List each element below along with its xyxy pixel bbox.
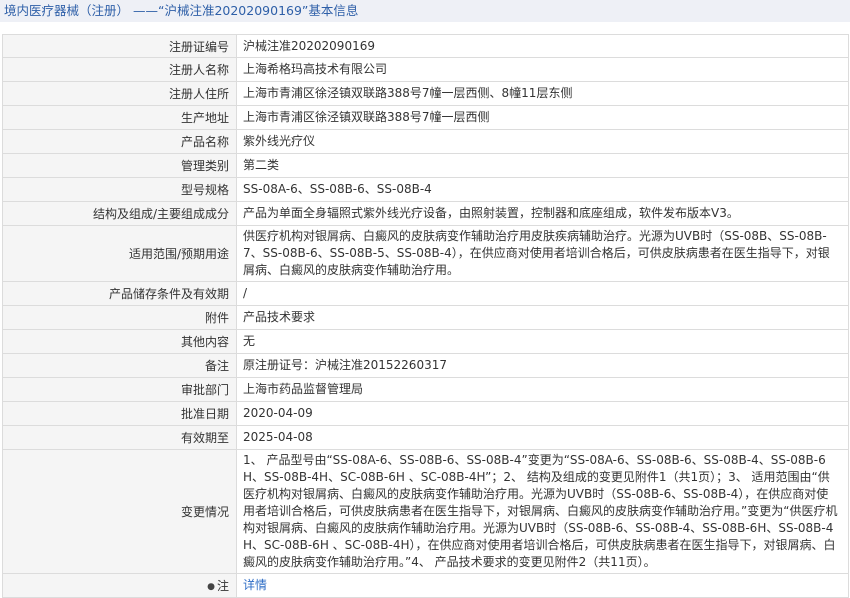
field-value: 1、 产品型号由“SS-08A-6、SS-08B-6、SS-08B-4”变更为“… (236, 449, 849, 574)
field-value: 上海希格玛高技术有限公司 (236, 57, 849, 82)
field-label: 产品名称 (2, 129, 237, 154)
field-label: 产品储存条件及有效期 (2, 281, 237, 306)
details-link[interactable]: 详情 (243, 578, 267, 592)
row-note: ● 注 详情 (2, 573, 849, 598)
field-value: 上海市青浦区徐泾镇双联路388号7幢一层西侧、8幢11层东侧 (236, 81, 849, 106)
field-value: 紫外线光疗仪 (236, 129, 849, 154)
field-value: 详情 (236, 573, 849, 598)
row-approval-department: 审批部门 上海市药品监督管理局 (2, 377, 849, 402)
field-value: 无 (236, 329, 849, 354)
row-registrant-address: 注册人住所 上海市青浦区徐泾镇双联路388号7幢一层西侧、8幢11层东侧 (2, 81, 849, 106)
registration-info-table: 注册证编号 沪械注准20202090169 注册人名称 上海希格玛高技术有限公司… (2, 34, 849, 598)
field-value: 第二类 (236, 153, 849, 178)
field-label: 备注 (2, 353, 237, 378)
field-label: ● 注 (2, 573, 237, 598)
field-label: 管理类别 (2, 153, 237, 178)
field-value: 沪械注准20202090169 (236, 34, 849, 58)
field-value: 原注册证号：沪械注准20152260317 (236, 353, 849, 378)
row-management-class: 管理类别 第二类 (2, 153, 849, 178)
field-label: 审批部门 (2, 377, 237, 402)
row-storage-validity: 产品储存条件及有效期 / (2, 281, 849, 306)
row-valid-until: 有效期至 2025-04-08 (2, 425, 849, 450)
field-value: 产品技术要求 (236, 305, 849, 330)
note-label: 注 (216, 579, 229, 593)
field-label: 注册证编号 (2, 34, 237, 58)
page-header: 境内医疗器械（注册） ——“沪械注准20202090169”基本信息 (0, 0, 850, 22)
row-registrant-name: 注册人名称 上海希格玛高技术有限公司 (2, 57, 849, 82)
field-value: SS-08A-6、SS-08B-6、SS-08B-4 (236, 177, 849, 202)
field-label: 批准日期 (2, 401, 237, 426)
field-label: 注册人住所 (2, 81, 237, 106)
field-value: 上海市药品监督管理局 (236, 377, 849, 402)
field-value: 2025-04-08 (236, 425, 849, 450)
field-value: 上海市青浦区徐泾镇双联路388号7幢一层西侧 (236, 105, 849, 130)
row-intended-use: 适用范围/预期用途 供医疗机构对银屑病、白癜风的皮肤病变作辅助治疗用皮肤疾病辅助… (2, 225, 849, 282)
row-product-name: 产品名称 紫外线光疗仪 (2, 129, 849, 154)
field-label: 适用范围/预期用途 (2, 225, 237, 282)
row-model-spec: 型号规格 SS-08A-6、SS-08B-6、SS-08B-4 (2, 177, 849, 202)
field-label: 变更情况 (2, 449, 237, 574)
field-value: / (236, 281, 849, 306)
field-label: 附件 (2, 305, 237, 330)
row-change-history: 变更情况 1、 产品型号由“SS-08A-6、SS-08B-6、SS-08B-4… (2, 449, 849, 574)
field-label: 有效期至 (2, 425, 237, 450)
pin-icon: ● (207, 582, 215, 592)
field-value: 产品为单面全身辐照式紫外线光疗设备，由照射装置，控制器和底座组成，软件发布版本V… (236, 201, 849, 226)
row-approval-date: 批准日期 2020-04-09 (2, 401, 849, 426)
field-label: 其他内容 (2, 329, 237, 354)
field-value: 2020-04-09 (236, 401, 849, 426)
row-production-address: 生产地址 上海市青浦区徐泾镇双联路388号7幢一层西侧 (2, 105, 849, 130)
row-attachment: 附件 产品技术要求 (2, 305, 849, 330)
row-registration-number: 注册证编号 沪械注准20202090169 (2, 34, 849, 58)
field-label: 注册人名称 (2, 57, 237, 82)
field-label: 型号规格 (2, 177, 237, 202)
field-value: 供医疗机构对银屑病、白癜风的皮肤病变作辅助治疗用皮肤疾病辅助治疗。光源为UVB时… (236, 225, 849, 282)
row-other-content: 其他内容 无 (2, 329, 849, 354)
row-structure-composition: 结构及组成/主要组成成分 产品为单面全身辐照式紫外线光疗设备，由照射装置，控制器… (2, 201, 849, 226)
field-label: 生产地址 (2, 105, 237, 130)
row-remarks: 备注 原注册证号：沪械注准20152260317 (2, 353, 849, 378)
field-label: 结构及组成/主要组成成分 (2, 201, 237, 226)
